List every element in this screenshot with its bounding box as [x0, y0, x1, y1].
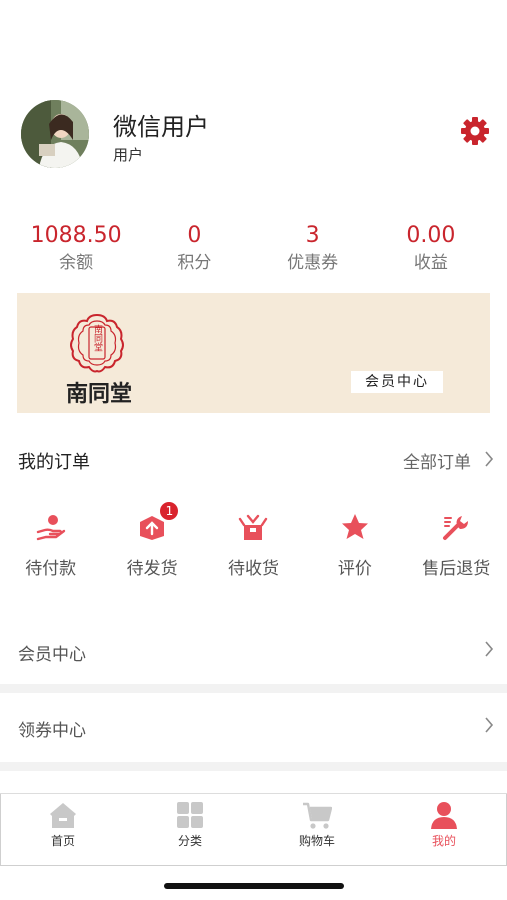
order-review[interactable]: 评价	[304, 500, 405, 590]
order-status-row: 待付款 1 待发货 待收货 评价 售后退货	[0, 500, 507, 590]
brand-name: 南同堂	[66, 381, 133, 407]
stat-label: 积分	[177, 253, 212, 273]
tab-label: 分类	[177, 834, 202, 848]
tab-category[interactable]: 分类	[127, 800, 253, 849]
tab-home[interactable]: 首页	[0, 800, 126, 849]
stat-label: 余额	[59, 253, 94, 273]
home-indicator[interactable]	[164, 883, 344, 889]
chevron-right-icon	[485, 641, 494, 657]
stat-earnings[interactable]: 0.00 收益	[372, 222, 490, 278]
menu-label: 领券中心	[18, 721, 86, 741]
stat-value: 3	[305, 223, 320, 248]
stat-label: 收益	[413, 253, 448, 273]
seal-text: 南同堂	[92, 323, 103, 351]
order-pending-receipt[interactable]: 待收货	[203, 500, 304, 590]
account-stats: 1088.50 余额 0 积分 3 优惠券 0.00 收益	[17, 222, 490, 278]
order-item-label: 售后退货	[422, 559, 491, 579]
order-after-sales[interactable]: 售后退货	[406, 500, 507, 590]
cart-icon	[303, 802, 332, 829]
order-item-label: 评价	[337, 559, 372, 579]
tab-label: 我的	[431, 834, 456, 848]
order-item-label: 待收货	[227, 559, 279, 579]
tab-mine[interactable]: 我的	[381, 800, 507, 849]
stat-balance[interactable]: 1088.50 余额	[17, 222, 135, 278]
order-pending-shipment[interactable]: 1 待发货	[101, 500, 202, 590]
order-pending-payment[interactable]: 待付款	[0, 500, 101, 590]
user-icon	[431, 802, 457, 829]
order-item-label: 待发货	[126, 559, 178, 579]
grid-icon	[177, 802, 203, 828]
package-open-icon	[239, 514, 268, 540]
chevron-right-icon	[485, 717, 494, 733]
stat-value: 0	[187, 223, 202, 248]
stat-coupons[interactable]: 3 优惠券	[254, 222, 372, 278]
member-center-tag: 会员中心	[351, 371, 443, 393]
star-icon	[341, 514, 368, 539]
home-icon	[50, 803, 76, 828]
avatar[interactable]	[21, 100, 89, 168]
menu-member-center[interactable]: 会员中心	[0, 620, 507, 682]
profile-header: 微信用户 用户	[0, 92, 507, 172]
orders-header: 我的订单 全部订单	[0, 440, 507, 480]
user-role: 用户	[113, 146, 144, 164]
stat-value: 0.00	[406, 223, 456, 248]
order-item-label: 待付款	[25, 559, 77, 579]
user-name: 微信用户	[113, 113, 209, 141]
tab-label: 购物车	[298, 834, 335, 848]
brand-seal-icon: 南同堂	[70, 313, 124, 373]
chevron-right-icon	[485, 451, 494, 467]
orders-title: 我的订单	[18, 452, 90, 473]
stat-label: 优惠券	[287, 253, 339, 273]
wrench-icon	[443, 516, 469, 540]
hand-coin-icon	[36, 515, 65, 541]
pending-shipment-badge: 1	[160, 502, 179, 520]
divider	[0, 684, 507, 693]
menu-coupon-center[interactable]: 领券中心	[0, 696, 507, 758]
stat-points[interactable]: 0 积分	[135, 222, 253, 278]
tab-label: 首页	[50, 834, 75, 848]
member-banner[interactable]: 南同堂 南同堂 会员中心	[17, 293, 490, 413]
all-orders-link[interactable]: 全部订单	[403, 448, 471, 473]
stat-value: 1088.50	[30, 223, 122, 248]
menu-label: 会员中心	[18, 645, 86, 665]
gear-icon[interactable]	[459, 115, 491, 147]
divider	[0, 762, 507, 771]
tab-cart[interactable]: 购物车	[254, 800, 380, 849]
